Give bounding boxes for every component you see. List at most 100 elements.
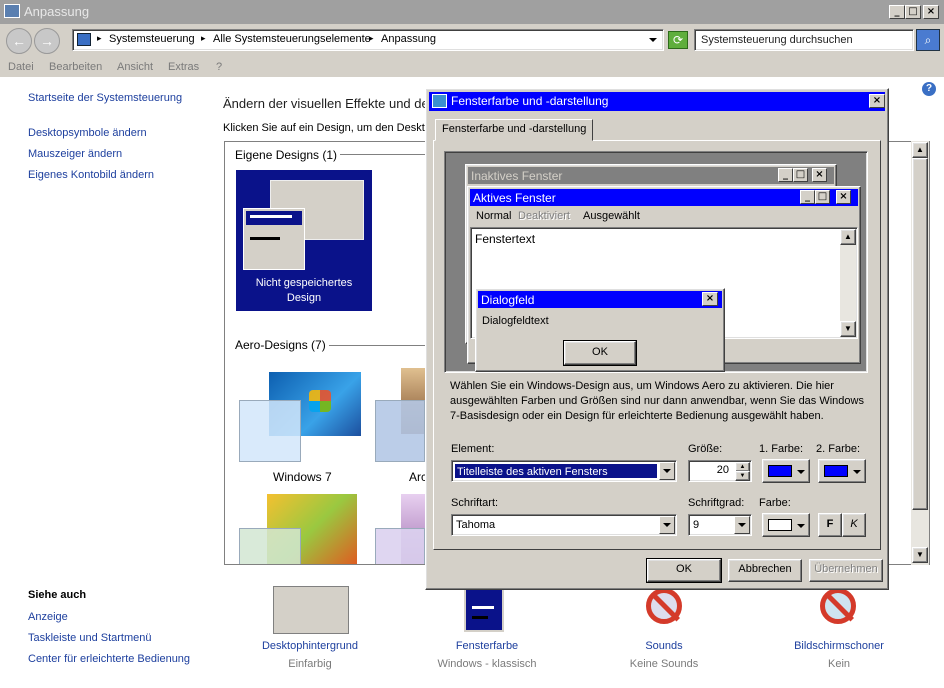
preview-inactive-minimize: _ bbox=[778, 168, 793, 182]
crumb-anpassung[interactable]: Anpassung bbox=[381, 33, 436, 45]
font-color-picker[interactable] bbox=[762, 513, 810, 537]
crumb-separator-icon: ▸ bbox=[201, 33, 206, 43]
element-dropdown-icon[interactable] bbox=[659, 462, 675, 480]
page-subtitle: Klicken Sie auf ein Design, um den Deskt… bbox=[223, 122, 438, 134]
desktop-background-title: Desktophintergrund bbox=[261, 640, 358, 652]
dialog-apply-button[interactable]: Übernehmen bbox=[809, 559, 883, 582]
maximize-button[interactable]: □ bbox=[905, 5, 921, 19]
address-bar-area: ← → ▸ Systemsteuerung ▸ Alle Systemsteue… bbox=[0, 24, 944, 58]
size-label: Größe: bbox=[688, 443, 723, 455]
preview-active-title-bar: Aktives Fenster _ □ × bbox=[470, 189, 858, 206]
minimize-button[interactable]: _ bbox=[889, 5, 905, 19]
screensaver-tile[interactable]: Bildschirmschoner Kein bbox=[782, 584, 896, 674]
refresh-button[interactable]: ⟳ bbox=[668, 31, 688, 49]
sounds-title: Sounds bbox=[645, 640, 683, 652]
dialog-title: Fensterfarbe und -darstellung bbox=[451, 94, 609, 108]
preview-ok-label: OK bbox=[592, 346, 608, 358]
address-field[interactable]: ▸ Systemsteuerung ▸ Alle Systemsteuerung… bbox=[72, 29, 664, 51]
fontsize-label: Schriftgrad: bbox=[688, 497, 745, 509]
menu-datei[interactable]: Datei bbox=[8, 61, 34, 73]
preview-window-text: Fenstertext bbox=[475, 232, 536, 246]
font-color-dropdown-icon bbox=[797, 518, 805, 532]
preview-menu-selected: Ausgewählt bbox=[583, 210, 640, 222]
crumb-systemsteuerung[interactable]: Systemsteuerung bbox=[109, 33, 195, 45]
sidebar-link-startseite[interactable]: Startseite der Systemsteuerung bbox=[28, 92, 182, 104]
sidebar-link-mauszeiger[interactable]: Mauszeiger ändern bbox=[28, 148, 122, 160]
font-select[interactable]: Tahoma bbox=[451, 514, 677, 536]
scroll-down-button[interactable]: ▼ bbox=[912, 547, 928, 563]
preview-msgbox-title: Dialogfeld bbox=[481, 293, 535, 307]
font-label: Schriftart: bbox=[451, 497, 499, 509]
theme-preview-front bbox=[243, 208, 305, 270]
size-stepper[interactable]: 20 ▲ ▼ bbox=[688, 460, 752, 482]
dialog-ok-button[interactable]: OK bbox=[647, 559, 721, 582]
preview-active-close: × bbox=[836, 190, 851, 204]
see-also-heading: Siehe auch bbox=[28, 589, 87, 601]
main-title-bar: Anpassung _ □ × bbox=[0, 0, 944, 24]
address-dropdown-button[interactable] bbox=[645, 32, 661, 48]
size-down-arrow[interactable]: ▼ bbox=[735, 471, 750, 481]
theme-characters[interactable] bbox=[239, 494, 363, 564]
see-also-anzeige[interactable]: Anzeige bbox=[28, 611, 68, 623]
crumb-separator-icon: ▸ bbox=[369, 33, 374, 43]
menu-ansicht[interactable]: Ansicht bbox=[117, 61, 153, 73]
preview-inactive-maximize: □ bbox=[793, 168, 808, 182]
preview-active-maximize: □ bbox=[815, 190, 830, 204]
italic-toggle[interactable]: K bbox=[842, 513, 866, 537]
color1-label: 1. Farbe: bbox=[759, 443, 804, 455]
sidebar-link-kontobild[interactable]: Eigenes Kontobild ändern bbox=[28, 169, 154, 181]
sounds-icon bbox=[646, 588, 682, 624]
sidebar-link-desktopsymbole[interactable]: Desktopsymbole ändern bbox=[28, 127, 147, 139]
forward-button[interactable]: → bbox=[34, 28, 60, 54]
fontsize-select[interactable]: 9 bbox=[688, 514, 752, 536]
see-also-erleichterte-bedienung[interactable]: Center für erleichterte Bedienung bbox=[28, 653, 190, 665]
tab-appearance[interactable]: Fensterfarbe und -darstellung bbox=[435, 119, 593, 141]
crumb-alle-elemente[interactable]: Alle Systemsteuerungselemente bbox=[213, 33, 371, 45]
element-select[interactable]: Titelleiste des aktiven Fensters bbox=[451, 460, 677, 482]
color2-picker[interactable] bbox=[818, 459, 866, 483]
scroll-thumb[interactable] bbox=[912, 158, 928, 510]
preview-inactive-title-bar: Inaktives Fenster _ □ × bbox=[468, 167, 834, 184]
crumb-separator-icon: ▸ bbox=[97, 33, 102, 43]
unsaved-theme-tile[interactable]: Nicht gespeichertes Design bbox=[236, 170, 372, 311]
dialog-title-bar: Fensterfarbe und -darstellung × bbox=[429, 92, 885, 111]
close-button[interactable]: × bbox=[923, 5, 939, 19]
sounds-sub: Keine Sounds bbox=[629, 658, 699, 670]
screensaver-sub: Kein bbox=[827, 658, 851, 670]
color1-picker[interactable] bbox=[762, 459, 810, 483]
window-color-tile[interactable]: Fensterfarbe Windows - klassisch bbox=[428, 584, 546, 674]
font-dropdown-icon[interactable] bbox=[659, 516, 675, 534]
color2-swatch bbox=[824, 465, 848, 477]
font-value: Tahoma bbox=[456, 519, 496, 531]
aero-designs-label: Aero-Designs (7) bbox=[235, 338, 330, 352]
own-designs-label: Eigene Designs (1) bbox=[235, 148, 342, 162]
page-title: Ändern der visuellen Effekte und der bbox=[223, 96, 434, 111]
element-selected-value: Titelleiste des aktiven Fensters bbox=[455, 464, 657, 478]
help-icon[interactable]: ? bbox=[922, 82, 936, 96]
scroll-up-button[interactable]: ▲ bbox=[912, 142, 928, 158]
menu-bar: Datei Bearbeiten Ansicht Extras ? bbox=[0, 58, 944, 78]
theme-windows7[interactable]: Windows 7 bbox=[239, 372, 363, 484]
desktop-background-tile[interactable]: Desktophintergrund Einfarbig bbox=[252, 584, 368, 674]
fontsize-dropdown-icon[interactable] bbox=[734, 516, 750, 534]
search-input[interactable]: Systemsteuerung durchsuchen bbox=[694, 29, 914, 51]
bold-toggle[interactable]: F bbox=[818, 513, 842, 537]
search-button[interactable]: ⌕ bbox=[916, 29, 940, 51]
element-label: Element: bbox=[451, 443, 495, 455]
back-button[interactable]: ← bbox=[6, 28, 32, 54]
menu-help[interactable]: ? bbox=[216, 61, 222, 73]
menu-extras[interactable]: Extras bbox=[168, 61, 199, 73]
see-also-taskleiste[interactable]: Taskleiste und Startmenü bbox=[28, 632, 152, 644]
dialog-close-button[interactable]: × bbox=[869, 94, 885, 108]
dialog-cancel-button[interactable]: Abbrechen bbox=[728, 559, 802, 582]
preview-menu-normal: Normal bbox=[476, 210, 512, 222]
fontsize-value: 9 bbox=[693, 519, 700, 531]
sounds-tile[interactable]: Sounds Keine Sounds bbox=[606, 584, 722, 674]
font-color-label: Farbe: bbox=[759, 497, 791, 509]
menu-bearbeiten[interactable]: Bearbeiten bbox=[49, 61, 102, 73]
windows7-glass bbox=[239, 400, 301, 462]
appearance-dialog: Fensterfarbe und -darstellung × Fensterf… bbox=[425, 88, 889, 590]
theme-list-scrollbar[interactable]: ▲ ▼ bbox=[911, 141, 929, 565]
unsaved-theme-label: Nicht gespeichertes Design bbox=[255, 277, 353, 304]
control-panel-icon bbox=[77, 33, 91, 46]
